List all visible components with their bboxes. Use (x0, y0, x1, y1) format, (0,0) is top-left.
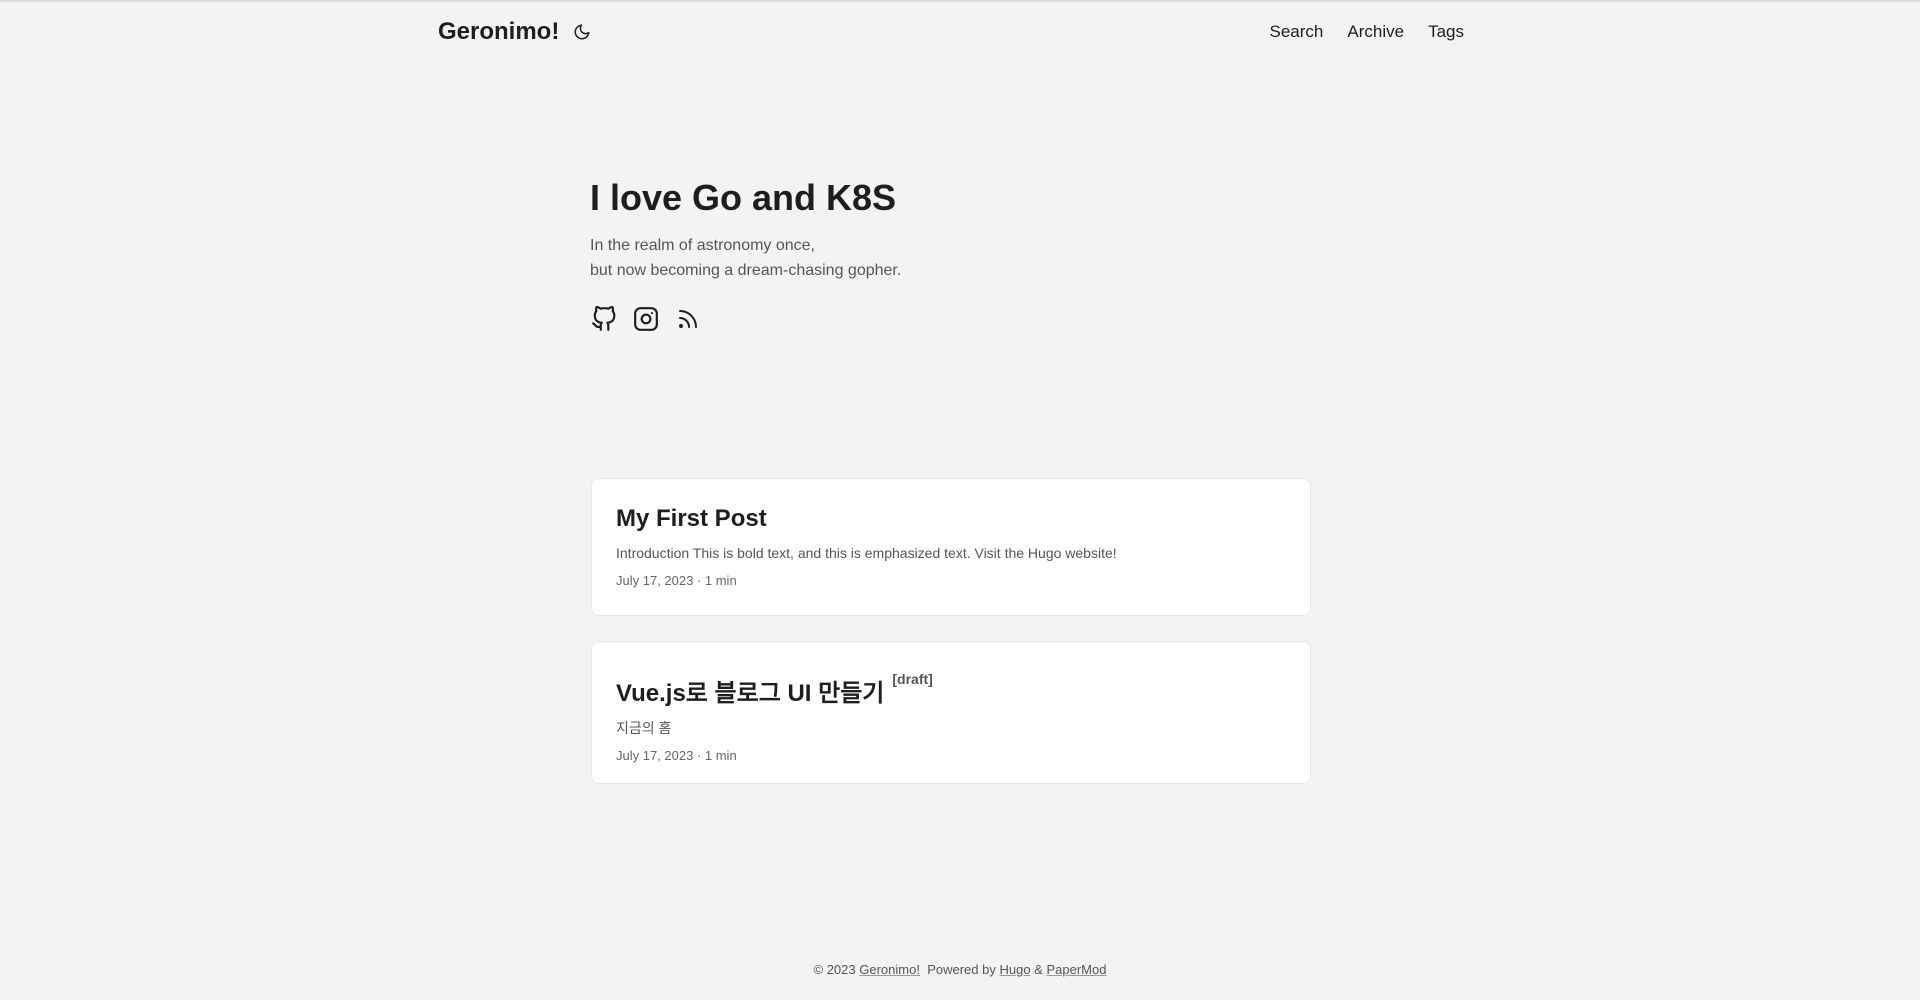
footer-site-link[interactable]: Geronimo! (859, 962, 920, 977)
social-icons (590, 305, 1330, 333)
menu-item-search: Search (1270, 22, 1324, 42)
hero-subtitle-line: In the realm of astronomy once, (590, 237, 815, 255)
post-title: Vue.js로 블로그 UI 만들기 [draft] (616, 671, 1286, 708)
footer-powered-by: Powered by (927, 962, 996, 977)
instagram-icon[interactable] (632, 305, 660, 333)
footer-copyright: © 2023 (813, 962, 856, 977)
github-icon[interactable] (590, 305, 618, 333)
site-header: Geronimo! Search Archive Tags (438, 12, 1464, 52)
site-footer: © 2023 Geronimo! Powered by Hugo & Paper… (0, 962, 1920, 977)
post-meta: July 17, 2023 · 1 min (616, 573, 737, 588)
footer-theme-link[interactable]: PaperMod (1046, 962, 1106, 977)
post-title: My First Post (616, 505, 1286, 533)
rss-icon[interactable] (674, 305, 702, 333)
page-top-border (0, 0, 1920, 2)
brand: Geronimo! (438, 18, 593, 46)
menu-link-archive[interactable]: Archive (1347, 22, 1404, 41)
hero-title: I love Go and K8S (590, 177, 897, 218)
main-menu: Search Archive Tags (1270, 22, 1464, 42)
footer-hugo-link[interactable]: Hugo (999, 962, 1030, 977)
menu-link-tags[interactable]: Tags (1428, 22, 1464, 41)
post-entry[interactable]: My First Post Introduction This is bold … (591, 478, 1311, 616)
moon-icon[interactable] (571, 21, 593, 43)
post-summary: Introduction This is bold text, and this… (616, 545, 1117, 561)
post-title-text: Vue.js로 블로그 UI 만들기 (616, 680, 885, 707)
hero-subtitle: In the realm of astronomy once, but now … (590, 233, 1330, 283)
post-meta: July 17, 2023 · 1 min (616, 748, 737, 763)
menu-item-archive: Archive (1347, 22, 1404, 42)
post-summary: 지금의 홈 (616, 720, 672, 736)
hero-subtitle-line: but now becoming a dream-chasing gopher. (590, 262, 902, 280)
menu-item-tags: Tags (1428, 22, 1464, 42)
home-info: I love Go and K8S In the realm of astron… (590, 176, 1330, 333)
footer-ampersand: & (1034, 962, 1043, 977)
site-logo-link[interactable]: Geronimo! (438, 18, 559, 46)
menu-link-search[interactable]: Search (1270, 22, 1324, 41)
post-title-text: My First Post (616, 505, 767, 532)
post-entry[interactable]: Vue.js로 블로그 UI 만들기 [draft] 지금의 홈 July 17… (591, 641, 1311, 784)
draft-badge: [draft] (892, 671, 933, 687)
